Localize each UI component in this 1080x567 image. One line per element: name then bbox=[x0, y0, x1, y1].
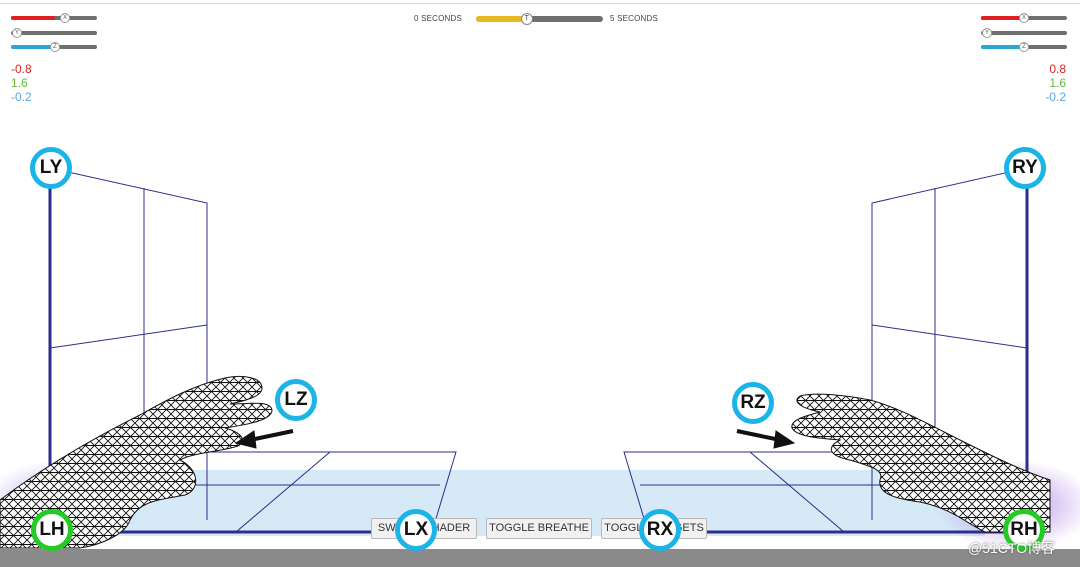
right-y-value: 1.6 bbox=[1049, 76, 1066, 90]
left-y-value: 1.6 bbox=[11, 76, 28, 90]
rz-arrow bbox=[736, 429, 796, 449]
marker-ly[interactable]: LY bbox=[30, 147, 72, 189]
lz-arrow bbox=[234, 429, 294, 449]
timeline-end-label: 5 SECONDS bbox=[610, 14, 659, 23]
bottom-bar bbox=[0, 549, 1080, 567]
marker-lh[interactable]: LH bbox=[31, 509, 73, 551]
scene-canvas bbox=[0, 167, 1080, 550]
left-y-knob[interactable]: Y bbox=[12, 28, 22, 38]
right-y-knob[interactable]: Y bbox=[982, 28, 992, 38]
marker-ry[interactable]: RY bbox=[1004, 147, 1046, 189]
toggle-breathe-button[interactable]: TOGGLE BREATHE bbox=[486, 518, 592, 539]
right-y-slider[interactable]: Y bbox=[981, 28, 1067, 38]
timeline-fill bbox=[476, 16, 527, 22]
left-z-slider[interactable]: Z bbox=[11, 42, 97, 52]
right-z-slider[interactable]: Z bbox=[981, 42, 1067, 52]
left-z-knob[interactable]: Z bbox=[50, 42, 60, 52]
left-z-fill bbox=[11, 45, 53, 49]
right-x-value: 0.8 bbox=[1049, 62, 1066, 76]
right-x-knob[interactable]: X bbox=[1019, 13, 1029, 23]
right-z-knob[interactable]: Z bbox=[1019, 42, 1029, 52]
marker-rx[interactable]: RX bbox=[639, 509, 681, 551]
timeline-knob[interactable]: T bbox=[520, 13, 533, 25]
watermark: @51CTO博客 bbox=[968, 540, 1056, 556]
left-y-slider[interactable]: Y bbox=[11, 28, 97, 38]
timeline-slider[interactable]: T bbox=[476, 13, 603, 25]
left-x-slider[interactable]: X bbox=[11, 13, 97, 23]
left-z-value: -0.2 bbox=[11, 90, 32, 104]
timeline-start-label: 0 SECONDS bbox=[414, 14, 463, 23]
left-x-fill bbox=[11, 16, 55, 20]
left-x-knob[interactable]: X bbox=[60, 13, 70, 23]
right-z-value: -0.2 bbox=[1045, 90, 1066, 104]
marker-rz[interactable]: RZ bbox=[732, 382, 774, 424]
right-x-slider[interactable]: X bbox=[981, 13, 1067, 23]
left-x-value: -0.8 bbox=[11, 62, 32, 76]
marker-lz[interactable]: LZ bbox=[275, 379, 317, 421]
marker-lx[interactable]: LX bbox=[395, 509, 437, 551]
